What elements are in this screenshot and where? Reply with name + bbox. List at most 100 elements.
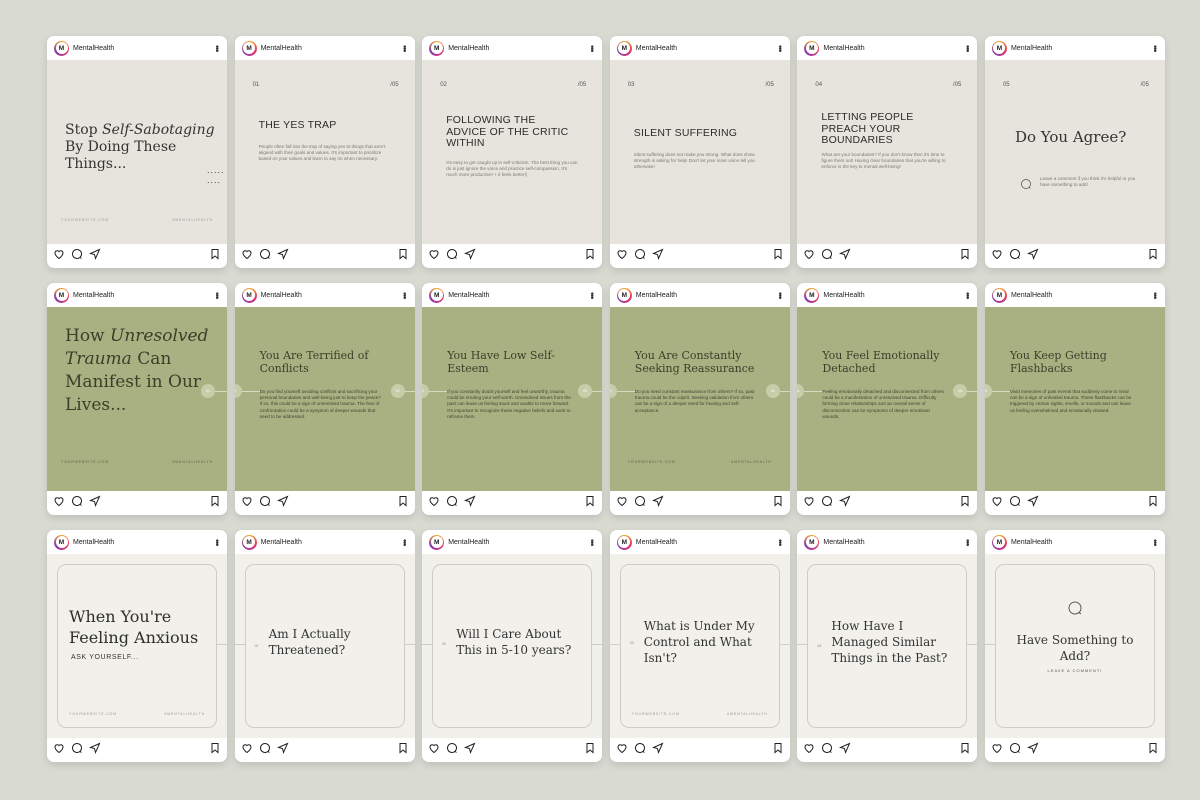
avatar[interactable]: M xyxy=(429,287,445,303)
more-options-icon[interactable]: ••• xyxy=(962,45,972,51)
comment-icon[interactable] xyxy=(446,247,458,265)
bookmark-icon[interactable] xyxy=(584,494,596,512)
bookmark-icon[interactable] xyxy=(772,494,784,512)
post-card[interactable]: M MentalHealth••• 05 You Keep Getting Flash… xyxy=(984,283,1165,515)
comment-icon[interactable] xyxy=(634,247,646,265)
bookmark-icon[interactable] xyxy=(209,494,221,512)
more-options-icon[interactable]: ••• xyxy=(1150,292,1160,298)
account-handle[interactable]: MentalHealth xyxy=(1011,539,1148,546)
post-card[interactable]: M MentalHealth ••• 02 Will I Care About This… xyxy=(422,530,603,762)
like-heart-icon[interactable] xyxy=(53,247,65,265)
like-heart-icon[interactable] xyxy=(241,494,253,512)
avatar[interactable]: M xyxy=(429,40,445,56)
post-card[interactable]: M MentalHealth ••• 03 What is Under My Contr… xyxy=(609,530,790,762)
post-card[interactable]: M MentalHealth••• 04 05 You Feel Emotionally… xyxy=(797,283,978,515)
account-handle[interactable]: MentalHealth xyxy=(73,539,210,546)
share-icon[interactable] xyxy=(651,494,664,512)
share-icon[interactable] xyxy=(88,247,101,265)
account-handle[interactable]: MentalHealth xyxy=(823,292,960,299)
share-icon[interactable] xyxy=(651,247,664,265)
comment-icon[interactable] xyxy=(821,247,833,265)
account-handle[interactable]: MentalHealth xyxy=(448,45,585,52)
share-icon[interactable] xyxy=(464,494,476,512)
bookmark-icon[interactable] xyxy=(1147,494,1159,512)
comment-icon[interactable] xyxy=(821,494,833,512)
share-icon[interactable] xyxy=(464,247,476,265)
avatar[interactable]: M xyxy=(616,534,632,550)
bookmark-icon[interactable] xyxy=(959,494,971,512)
like-heart-icon[interactable] xyxy=(241,741,253,759)
avatar[interactable]: M xyxy=(804,534,820,550)
bookmark-icon[interactable] xyxy=(397,741,409,759)
account-handle[interactable]: MentalHealth xyxy=(448,292,585,299)
bookmark-icon[interactable] xyxy=(1147,247,1159,265)
like-heart-icon[interactable] xyxy=(616,494,628,512)
account-handle[interactable]: MentalHealth xyxy=(261,45,398,52)
like-heart-icon[interactable] xyxy=(616,741,628,759)
comment-icon[interactable] xyxy=(446,494,458,512)
avatar[interactable]: M xyxy=(429,534,445,550)
more-options-icon[interactable]: ••• xyxy=(400,45,410,51)
share-icon[interactable] xyxy=(1026,494,1039,512)
more-options-icon[interactable]: ••• xyxy=(587,45,597,51)
comment-icon[interactable] xyxy=(1009,494,1021,512)
share-icon[interactable] xyxy=(276,741,289,759)
bookmark-icon[interactable] xyxy=(772,741,784,759)
more-options-icon[interactable]: ••• xyxy=(587,292,597,298)
avatar[interactable]: M xyxy=(54,287,69,303)
like-heart-icon[interactable] xyxy=(53,741,65,759)
account-handle[interactable]: MentalHealth xyxy=(636,45,773,52)
post-card[interactable]: M MentalHealth••• 01 02 You Are Terrified of… xyxy=(234,283,415,515)
post-card[interactable]: M MentalHealth ••• 03/05 SILENT SUFFERING Sil… xyxy=(609,36,790,268)
like-heart-icon[interactable] xyxy=(991,494,1003,512)
avatar[interactable]: M xyxy=(241,287,257,303)
avatar[interactable]: M xyxy=(54,40,69,56)
post-card[interactable]: M MentalHealth••• 02 03 You Have Low Self-Es… xyxy=(422,283,603,515)
avatar[interactable]: M xyxy=(241,40,257,56)
avatar[interactable]: M xyxy=(991,534,1007,550)
account-handle[interactable]: MentalHealth xyxy=(823,45,960,52)
share-icon[interactable] xyxy=(839,247,851,265)
share-icon[interactable] xyxy=(464,741,476,759)
account-handle[interactable]: MentalHealth xyxy=(1011,292,1148,299)
like-heart-icon[interactable] xyxy=(53,494,65,512)
post-card[interactable]: M MentalHealth ••• How Unresolved Trauma Ca… xyxy=(47,283,227,515)
more-options-icon[interactable]: ••• xyxy=(587,539,597,545)
more-options-icon[interactable]: ••• xyxy=(775,292,785,298)
more-options-icon[interactable]: ••• xyxy=(1150,539,1160,545)
share-icon[interactable] xyxy=(88,741,101,759)
avatar[interactable]: M xyxy=(616,40,632,56)
post-card[interactable]: M MentalHealth ••• 01 Am I Actually Threaten… xyxy=(234,530,415,762)
bookmark-icon[interactable] xyxy=(397,494,409,512)
account-handle[interactable]: MentalHealth xyxy=(1011,45,1148,52)
like-heart-icon[interactable] xyxy=(803,247,815,265)
more-options-icon[interactable]: ••• xyxy=(1150,45,1160,51)
post-card[interactable]: M MentalHealth ••• Have Something to Add? LE… xyxy=(984,530,1165,762)
account-handle[interactable]: MentalHealth xyxy=(448,539,585,546)
bookmark-icon[interactable] xyxy=(959,741,971,759)
account-handle[interactable]: MentalHealth xyxy=(73,292,210,299)
avatar[interactable]: M xyxy=(804,287,820,303)
more-options-icon[interactable]: ••• xyxy=(775,45,785,51)
account-handle[interactable]: MentalHealth xyxy=(73,45,210,52)
bookmark-icon[interactable] xyxy=(1147,741,1159,759)
comment-icon[interactable] xyxy=(259,247,271,265)
bookmark-icon[interactable] xyxy=(209,247,221,265)
share-icon[interactable] xyxy=(1026,247,1039,265)
more-options-icon[interactable]: ••• xyxy=(962,539,972,545)
comment-icon[interactable] xyxy=(259,741,271,759)
more-options-icon[interactable]: ••• xyxy=(212,45,222,51)
like-heart-icon[interactable] xyxy=(803,494,815,512)
avatar[interactable]: M xyxy=(991,287,1007,303)
avatar[interactable]: M xyxy=(241,534,257,550)
comment-icon[interactable] xyxy=(634,741,646,759)
more-options-icon[interactable]: ••• xyxy=(400,539,410,545)
like-heart-icon[interactable] xyxy=(241,247,253,265)
more-options-icon[interactable]: ••• xyxy=(400,292,410,298)
share-icon[interactable] xyxy=(88,494,101,512)
bookmark-icon[interactable] xyxy=(772,247,784,265)
share-icon[interactable] xyxy=(276,247,289,265)
comment-icon[interactable] xyxy=(821,741,833,759)
comment-icon[interactable] xyxy=(71,741,83,759)
post-card[interactable]: M MentalHealth ••• 04 How Have I Managed Sim… xyxy=(797,530,978,762)
